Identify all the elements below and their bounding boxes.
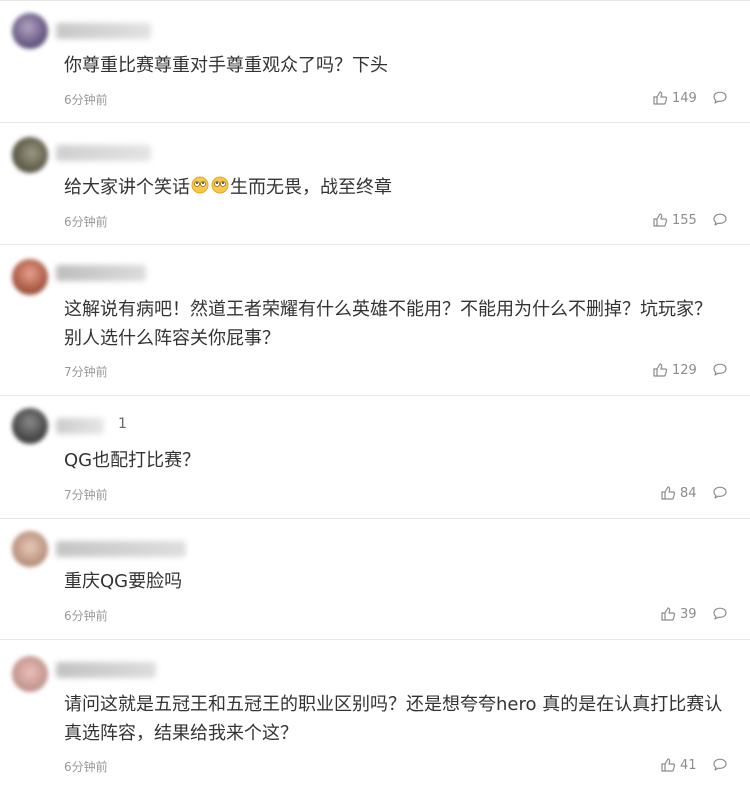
username[interactable]	[56, 265, 146, 281]
like-count: 155	[672, 212, 697, 228]
like-button[interactable]: 41	[660, 757, 697, 773]
comment-time: 7分钟前	[64, 488, 108, 502]
reply-button[interactable]	[712, 212, 728, 232]
reply-button[interactable]	[712, 606, 728, 626]
comment-item: 给大家讲个笑话 生而无畏，战至终章 6分钟前 155	[0, 123, 750, 245]
avatar[interactable]	[12, 656, 48, 692]
reply-button[interactable]	[712, 90, 728, 110]
avatar[interactable]	[12, 137, 48, 173]
like-count: 129	[672, 362, 697, 378]
username[interactable]	[56, 145, 151, 161]
thumbs-up-icon	[661, 607, 676, 621]
like-count: 149	[672, 90, 697, 106]
comment-bubble-icon	[713, 486, 727, 499]
username[interactable]	[56, 662, 156, 678]
thumbs-up-icon	[653, 213, 668, 227]
thumbs-up-icon	[653, 363, 668, 377]
comment-list: 你尊重比赛尊重对手尊重观众了吗？下头 6分钟前 149 给大家讲个笑话 生而无畏，…	[0, 0, 750, 789]
like-count: 84	[680, 485, 697, 501]
username[interactable]	[56, 541, 186, 557]
comment-item: 请问这就是五冠王和五冠王的职业区别吗？还是想夸夸hero 真的是在认真打比赛认真…	[0, 640, 750, 790]
comment-item: 你尊重比赛尊重对手尊重观众了吗？下头 6分钟前 149	[0, 1, 750, 123]
comment-item: 这解说有病吧！然道王者荣耀有什么英雄不能用？不能用为什么不删掉？坑玩家？别人选什…	[0, 245, 750, 396]
avatar[interactable]	[12, 13, 48, 49]
reply-button[interactable]	[712, 757, 728, 777]
like-button[interactable]: 155	[652, 212, 697, 228]
comment-text: 重庆QG要脸吗	[64, 571, 183, 592]
comment-bubble-icon	[713, 758, 727, 771]
comment-text: QG也配打比赛？	[64, 450, 201, 471]
comment-item: 1 QG也配打比赛？ 7分钟前 84	[0, 396, 750, 519]
like-button[interactable]: 39	[660, 606, 697, 622]
comment-item: 重庆QG要脸吗 6分钟前 39	[0, 519, 750, 640]
thumbs-up-icon	[653, 91, 668, 105]
comment-text-part: 给大家讲个笑话	[64, 177, 190, 198]
comment-text: 这解说有病吧！然道王者荣耀有什么英雄不能用？不能用为什么不删掉？坑玩家？别人选什…	[64, 299, 712, 349]
like-button[interactable]: 129	[652, 362, 697, 378]
comment-text: 给大家讲个笑话 生而无畏，战至终章	[64, 173, 728, 204]
reply-button[interactable]	[712, 485, 728, 505]
username[interactable]	[56, 23, 151, 39]
thumbs-up-icon	[661, 758, 676, 772]
avatar[interactable]	[12, 259, 48, 295]
like-count: 41	[680, 757, 697, 773]
thumbs-up-icon	[661, 486, 676, 500]
reply-button[interactable]	[712, 362, 728, 382]
comment-bubble-icon	[713, 607, 727, 620]
username-suffix: 1	[118, 416, 127, 432]
comment-bubble-icon	[713, 363, 727, 376]
comment-time: 6分钟前	[64, 760, 108, 774]
comment-time: 6分钟前	[64, 215, 108, 229]
like-button[interactable]: 149	[652, 90, 697, 106]
comment-text-part: 生而无畏，战至终章	[230, 177, 392, 198]
comment-bubble-icon	[713, 91, 727, 104]
comment-bubble-icon	[713, 213, 727, 226]
username[interactable]	[56, 418, 104, 434]
comment-text: 你尊重比赛尊重对手尊重观众了吗？下头	[64, 55, 388, 76]
like-button[interactable]: 84	[660, 485, 697, 501]
comment-time: 6分钟前	[64, 609, 108, 623]
comment-time: 6分钟前	[64, 93, 108, 107]
rolling-eyes-emoji-icon	[190, 175, 230, 204]
avatar[interactable]	[12, 408, 48, 444]
avatar[interactable]	[12, 531, 48, 567]
comment-time: 7分钟前	[64, 365, 108, 379]
comment-text: 请问这就是五冠王和五冠王的职业区别吗？还是想夸夸hero 真的是在认真打比赛认真…	[64, 694, 723, 744]
like-count: 39	[680, 606, 697, 622]
